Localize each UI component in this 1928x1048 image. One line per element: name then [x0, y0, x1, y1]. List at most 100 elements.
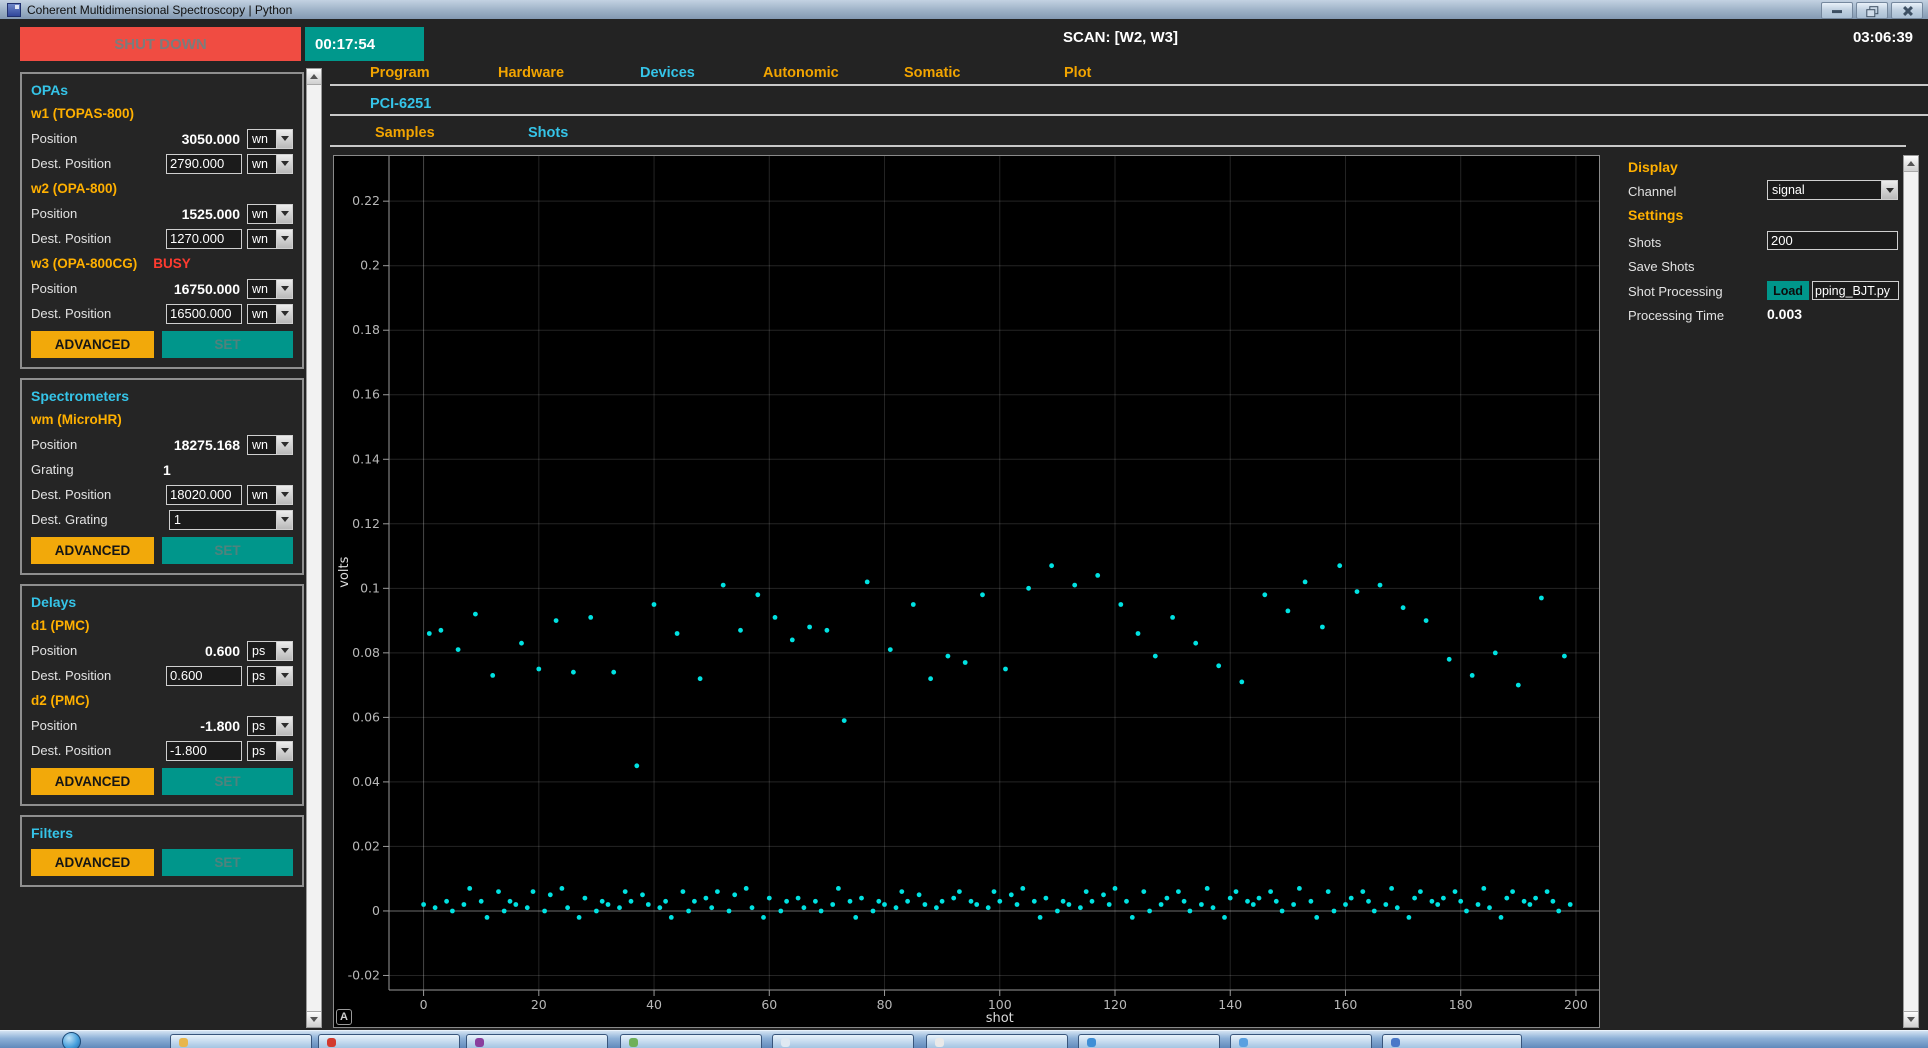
chevron-down-icon[interactable]: [276, 486, 292, 504]
channel-select[interactable]: signal: [1767, 180, 1898, 200]
tab-autonomic[interactable]: Autonomic: [763, 65, 839, 81]
unit-dropdown[interactable]: ps: [247, 641, 293, 661]
set-button[interactable]: SET: [162, 331, 293, 358]
advanced-button[interactable]: ADVANCED: [31, 537, 154, 564]
chevron-down-icon[interactable]: [276, 717, 292, 735]
tab-program[interactable]: Program: [370, 65, 430, 81]
unit-dropdown[interactable]: wn: [247, 229, 293, 249]
dest-position-input[interactable]: 16500.000: [166, 304, 242, 324]
shutdown-button[interactable]: SHUT DOWN: [20, 27, 301, 61]
dest-position-input[interactable]: 1270.000: [166, 229, 242, 249]
unit-dropdown[interactable]: wn: [247, 279, 293, 299]
shots-plot-panel[interactable]: -0.0200.020.040.060.080.10.120.140.160.1…: [333, 155, 1600, 1028]
dest-grating-select[interactable]: 1: [169, 510, 293, 530]
tab-devices[interactable]: Devices: [640, 65, 695, 81]
chevron-down-icon[interactable]: [276, 642, 292, 660]
dest-position-input[interactable]: -1.800: [166, 741, 242, 761]
sidebar-scrollbar[interactable]: [306, 68, 322, 1028]
x-tick-label: 80: [877, 997, 893, 1012]
taskbar-button[interactable]: [1230, 1034, 1372, 1048]
unit-dropdown[interactable]: ps: [247, 666, 293, 686]
chevron-down-icon[interactable]: [276, 230, 292, 248]
chart-app-icon: [1391, 1038, 1400, 1047]
dest-position-input[interactable]: 2790.000: [166, 154, 242, 174]
button-row: ADVANCED SET: [31, 535, 293, 565]
scatter-plot[interactable]: -0.0200.020.040.060.080.10.120.140.160.1…: [334, 156, 1599, 1027]
unit-dropdown[interactable]: wn: [247, 435, 293, 455]
chevron-down-icon[interactable]: [276, 305, 292, 323]
taskbar-button[interactable]: [1382, 1034, 1522, 1048]
unit-dropdown[interactable]: wn: [247, 204, 293, 224]
unit-dropdown[interactable]: wn: [247, 129, 293, 149]
taskbar-button[interactable]: [1078, 1034, 1220, 1048]
position-row: Position-1.800ps: [31, 713, 293, 738]
autoscale-button[interactable]: A: [336, 1009, 352, 1025]
unit-dropdown-value: wn: [248, 488, 276, 502]
y-tick-label: 0: [372, 903, 380, 918]
chevron-down-icon[interactable]: [276, 155, 292, 173]
chevron-down-icon[interactable]: [276, 130, 292, 148]
dest-position-input[interactable]: 18020.000: [166, 485, 242, 505]
scroll-down-icon[interactable]: [1904, 1011, 1918, 1027]
unit-dropdown[interactable]: wn: [247, 304, 293, 324]
chevron-down-icon[interactable]: [276, 667, 292, 685]
dest-position-label: Dest. Position: [31, 668, 166, 683]
set-button[interactable]: SET: [162, 849, 293, 876]
y-tick-label: -0.02: [348, 967, 380, 982]
close-button[interactable]: [1891, 2, 1923, 19]
unit-dropdown[interactable]: ps: [247, 716, 293, 736]
set-button[interactable]: SET: [162, 537, 293, 564]
unit-dropdown[interactable]: wn: [247, 485, 293, 505]
chevron-down-icon[interactable]: [276, 280, 292, 298]
blue-doc-icon: [1239, 1038, 1248, 1047]
scroll-down-icon[interactable]: [307, 1011, 321, 1027]
taskbar-button[interactable]: [170, 1034, 312, 1048]
windows-taskbar[interactable]: [0, 1030, 1928, 1048]
hardware-name: w1 (TOPAS-800): [31, 106, 293, 121]
start-orb[interactable]: [62, 1032, 81, 1048]
dest-position-input[interactable]: 0.600: [166, 666, 242, 686]
tab-hardware[interactable]: Hardware: [498, 65, 564, 81]
dest-position-label: Dest. Position: [31, 156, 166, 171]
y-tick-label: 0.1: [360, 580, 380, 595]
taskbar-button[interactable]: [772, 1034, 914, 1048]
advanced-button[interactable]: ADVANCED: [31, 768, 154, 795]
titlebar[interactable]: Coherent Multidimensional Spectroscopy |…: [0, 0, 1928, 19]
subtab-shots[interactable]: Shots: [528, 125, 568, 141]
red-app-icon: [327, 1038, 336, 1047]
shots-input[interactable]: 200: [1767, 231, 1898, 250]
unit-dropdown-value: ps: [248, 644, 276, 658]
busy-status: BUSY: [153, 256, 191, 271]
device-tab-pci6251[interactable]: PCI-6251: [370, 96, 431, 112]
w1-topas-800-row: w1 (TOPAS-800): [31, 101, 293, 126]
unit-dropdown[interactable]: ps: [247, 741, 293, 761]
button-row: ADVANCED SET: [31, 329, 293, 359]
advanced-button[interactable]: ADVANCED: [31, 849, 154, 876]
unit-dropdown[interactable]: wn: [247, 154, 293, 174]
taskbar-button[interactable]: [466, 1034, 608, 1048]
processing-script-input[interactable]: pping_BJT.py: [1812, 281, 1899, 300]
taskbar-button[interactable]: [318, 1034, 460, 1048]
tab-somatic[interactable]: Somatic: [904, 65, 960, 81]
group-title-delays: Delays: [31, 591, 293, 613]
scroll-up-icon[interactable]: [1904, 156, 1918, 172]
position-label: Position: [31, 437, 136, 452]
load-button[interactable]: Load: [1767, 281, 1809, 300]
chevron-down-icon[interactable]: [276, 205, 292, 223]
chevron-down-icon[interactable]: [1881, 181, 1897, 199]
set-button[interactable]: SET: [162, 768, 293, 795]
hardware-name: d1 (PMC): [31, 618, 293, 633]
advanced-button[interactable]: ADVANCED: [31, 331, 154, 358]
restore-button[interactable]: [1856, 2, 1888, 19]
taskbar-button[interactable]: [926, 1034, 1068, 1048]
minimize-button[interactable]: [1821, 2, 1853, 19]
green-app-icon: [629, 1038, 638, 1047]
chevron-down-icon[interactable]: [276, 742, 292, 760]
tab-plot[interactable]: Plot: [1064, 65, 1091, 81]
chevron-down-icon[interactable]: [276, 436, 292, 454]
taskbar-button[interactable]: [620, 1034, 762, 1048]
settings-scrollbar[interactable]: [1903, 155, 1919, 1028]
scroll-up-icon[interactable]: [307, 69, 321, 85]
subtab-samples[interactable]: Samples: [375, 125, 435, 141]
chevron-down-icon[interactable]: [276, 511, 292, 529]
